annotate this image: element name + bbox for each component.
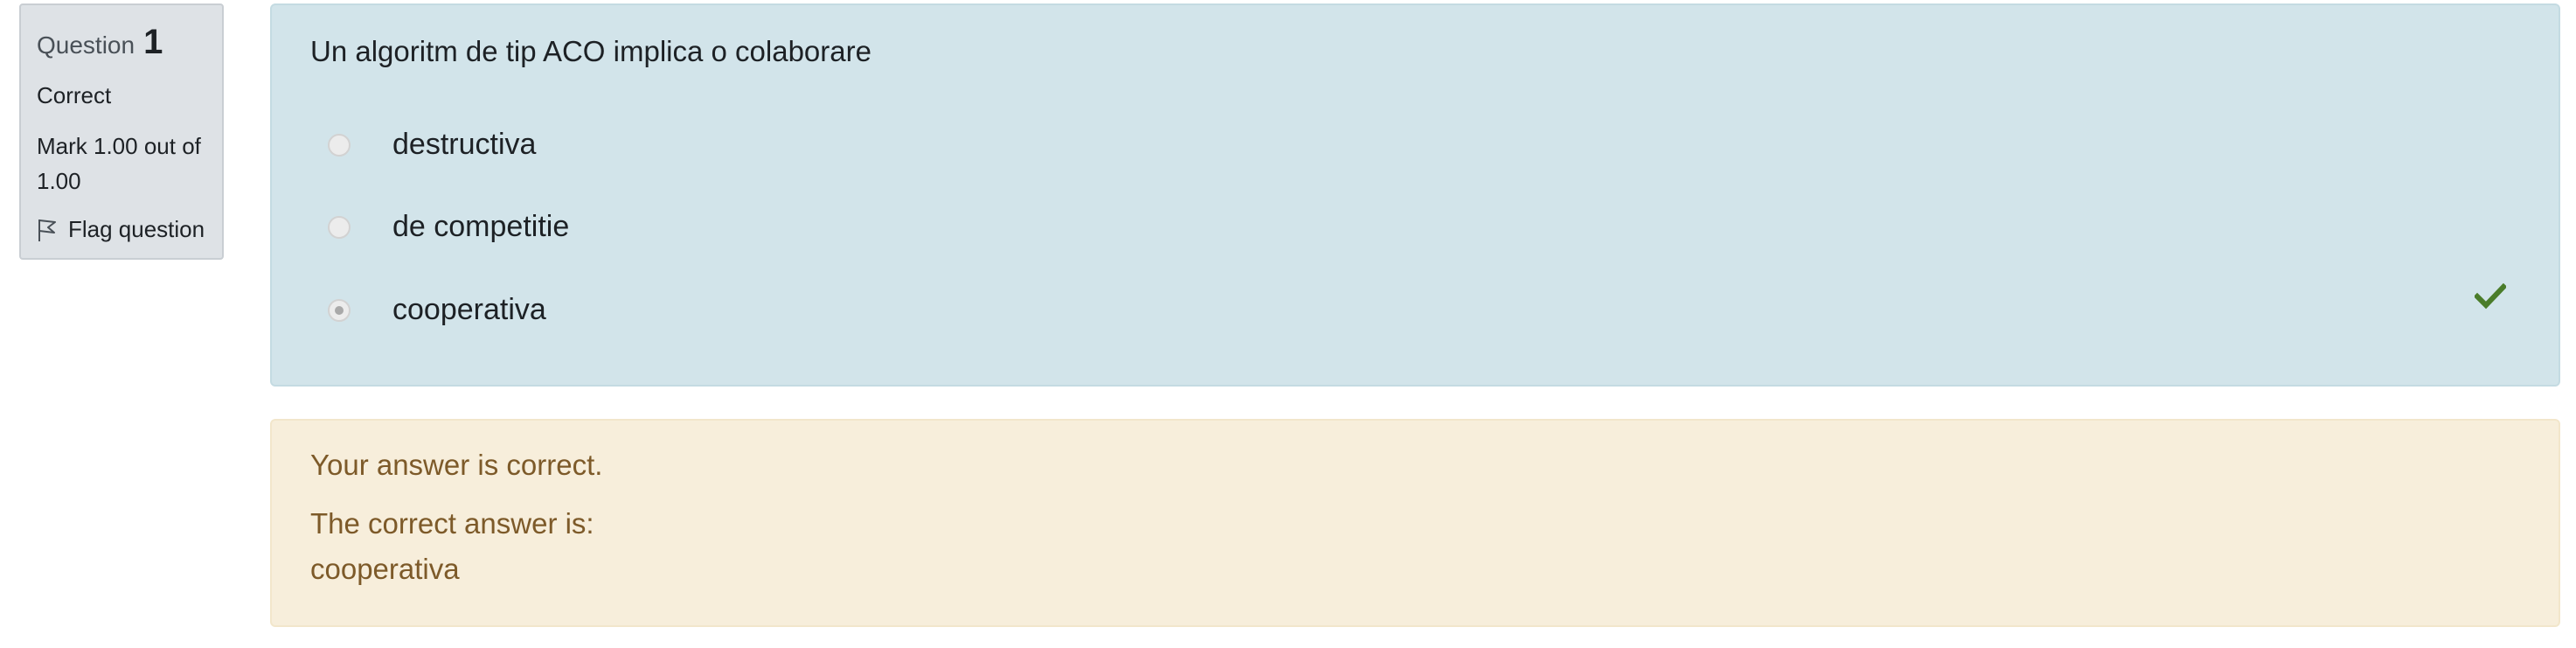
right-answer-intro: The correct answer is: bbox=[310, 507, 594, 540]
answer-option-cooperativa[interactable]: cooperativa bbox=[328, 293, 546, 327]
question-number-heading: Question 1 bbox=[37, 23, 206, 65]
flag-question-button[interactable]: Flag question bbox=[37, 216, 206, 243]
flag-icon bbox=[38, 219, 56, 241]
question-number: 1 bbox=[143, 23, 163, 61]
right-answer: cooperativa bbox=[310, 553, 460, 585]
check-icon bbox=[2475, 283, 2506, 310]
question-label: Question bbox=[37, 31, 135, 59]
flag-question-label: Flag question bbox=[68, 216, 205, 242]
answer-option-destructiva[interactable]: destructiva bbox=[328, 128, 536, 162]
answer-radio[interactable] bbox=[328, 133, 351, 157]
question-state: Correct bbox=[37, 82, 112, 108]
general-feedback: Your answer is correct. bbox=[310, 449, 603, 481]
quiz-review-page: Question 1 Correct Mark 1.00 out of 1.00… bbox=[0, 0, 2576, 648]
answer-radio[interactable] bbox=[328, 215, 351, 239]
answer-option-label: destructiva bbox=[392, 128, 537, 161]
answer-option-label: cooperativa bbox=[392, 293, 546, 326]
question-text: Un algoritm de tip ACO implica o colabor… bbox=[310, 35, 871, 67]
question-info-panel: Question 1 Correct Mark 1.00 out of 1.00… bbox=[19, 3, 224, 260]
question-formulation: Un algoritm de tip ACO implica o colabor… bbox=[270, 3, 2560, 387]
answer-feedback: Your answer is correct. The correct answ… bbox=[270, 419, 2560, 627]
answer-option-label: de competitie bbox=[392, 210, 570, 243]
answer-radio-selected[interactable] bbox=[328, 298, 351, 322]
answer-option-de-competitie[interactable]: de competitie bbox=[328, 210, 569, 244]
question-grade: Mark 1.00 out of 1.00 bbox=[37, 133, 201, 194]
